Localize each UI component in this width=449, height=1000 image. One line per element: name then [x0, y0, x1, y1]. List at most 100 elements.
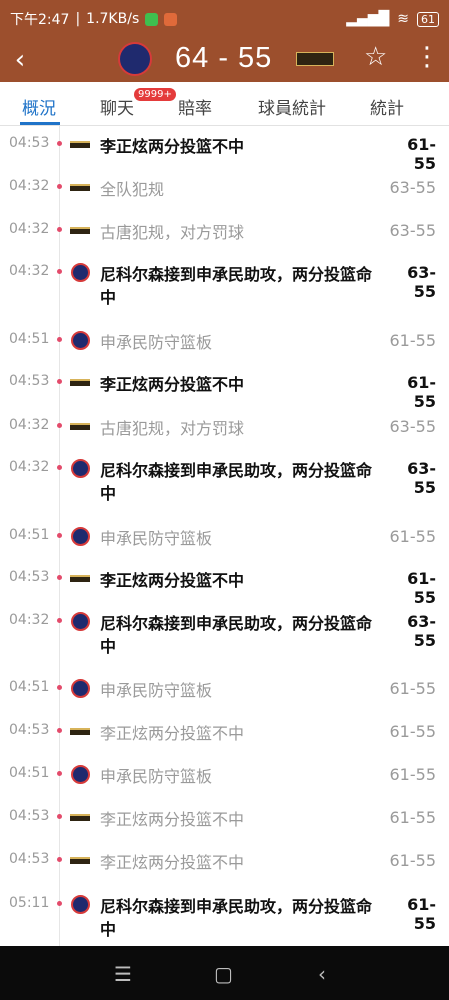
wifi-icon: ≋ [397, 11, 409, 27]
event-time: 04:32 [9, 263, 50, 279]
game-header: ‹ 64 - 55 ☆ ⋮ [0, 38, 449, 82]
timeline-dot [57, 269, 62, 274]
status-time: 下午2:47 [10, 12, 70, 28]
event-description: 古唐犯规，对方罚球 [100, 223, 245, 242]
event-description: 申承民防守篮板 [100, 681, 213, 700]
event-description: 李正炫两分投篮不中 [100, 375, 245, 394]
event-score: 63-55 [389, 417, 437, 436]
event-description: 李正炫两分投篮不中 [100, 853, 245, 872]
active-tab-indicator [20, 122, 60, 125]
timeline-dot [57, 814, 62, 819]
favorite-star-icon[interactable]: ☆ [364, 42, 387, 72]
event-description: 申承民防守篮板 [100, 333, 213, 352]
event-description: 李正炫两分投篮不中 [100, 137, 245, 156]
home-team-logo-icon [71, 612, 90, 631]
event-time: 04:32 [9, 221, 50, 237]
event-description: 尼科尔森接到申承民助攻，两分投篮命中 [100, 897, 373, 939]
tab-stats[interactable]: 統計 [370, 94, 404, 119]
chat-count-badge: 9999+ [134, 88, 176, 101]
event-score: 63-55 [407, 459, 436, 497]
tab-player-stats[interactable]: 球員統計 [258, 94, 326, 119]
battery-icon: 61 [417, 11, 439, 27]
event-time: 04:53 [9, 851, 50, 867]
event-description: 李正炫两分投篮不中 [100, 571, 245, 590]
event-time: 04:51 [9, 679, 50, 695]
away-team-logo-icon [70, 814, 90, 821]
timeline-dot [57, 685, 62, 690]
event-score: 61-55 [389, 722, 437, 741]
event-score: 61-55 [389, 808, 437, 827]
chevron-left-icon: ‹ [14, 45, 26, 75]
event-description: 李正炫两分投篮不中 [100, 724, 245, 743]
away-team-logo-icon [70, 423, 90, 430]
away-team-logo-icon [70, 227, 90, 234]
event-time: 04:51 [9, 331, 50, 347]
away-team-logo-icon [70, 141, 90, 148]
event-time: 04:32 [9, 417, 50, 433]
timeline-dot [57, 618, 62, 623]
tab-chat[interactable]: 聊天 [100, 94, 134, 119]
away-team-logo[interactable] [296, 52, 334, 66]
away-team-logo-icon [70, 575, 90, 582]
timeline-dot [57, 857, 62, 862]
event-score: 61-55 [407, 135, 436, 173]
event-description: 申承民防守篮板 [100, 529, 213, 548]
back-icon[interactable]: ‹ [318, 962, 326, 986]
event-time: 04:51 [9, 527, 50, 543]
away-team-logo-icon [70, 728, 90, 735]
home-team-logo-icon [71, 765, 90, 784]
event-score: 61-55 [407, 569, 436, 607]
tab-bar: 概況 聊天 賠率 球員統計 統計 [0, 82, 449, 126]
event-score: 61-55 [389, 765, 437, 784]
recent-apps-icon[interactable]: ☰ [114, 962, 132, 986]
event-description: 李正炫两分投篮不中 [100, 810, 245, 829]
home-team-logo-icon [71, 263, 90, 282]
timeline-dot [57, 728, 62, 733]
event-description: 尼科尔森接到申承民助攻，两分投篮命中 [100, 614, 373, 656]
event-time: 04:53 [9, 722, 50, 738]
home-team-logo-icon [71, 459, 90, 478]
event-score: 61-55 [407, 373, 436, 411]
home-team-logo-icon [71, 895, 90, 914]
event-description: 尼科尔森接到申承民助攻，两分投篮命中 [100, 461, 373, 503]
away-team-logo-icon [70, 184, 90, 191]
event-score: 61-55 [389, 679, 437, 698]
timeline-dot [57, 379, 62, 384]
timeline-dot [57, 227, 62, 232]
event-description: 全队犯规 [100, 180, 165, 199]
timeline-dot [57, 141, 62, 146]
timeline-dot [57, 771, 62, 776]
event-score: 61-55 [389, 851, 437, 870]
signal-bars-icon: ▂▄▆█ [346, 11, 390, 27]
event-score: 63-55 [407, 612, 436, 650]
event-score: 63-55 [389, 221, 437, 240]
away-team-logo-icon [70, 857, 90, 864]
home-team-logo[interactable] [118, 42, 152, 76]
timeline-dot [57, 533, 62, 538]
app-notification-icon [145, 12, 159, 26]
event-time: 04:53 [9, 569, 50, 585]
battery-level: 61 [421, 12, 435, 26]
home-team-logo-icon [71, 679, 90, 698]
timeline-dot [57, 901, 62, 906]
home-team-logo-icon [71, 527, 90, 546]
status-bar: 下午2:47 | 1.7KB/s ▂▄▆█ ≋ 61 [0, 0, 449, 38]
event-description: 尼科尔森接到申承民助攻，两分投篮命中 [100, 265, 373, 307]
play-by-play-feed[interactable]: 04:53 李正炫两分投篮不中 61-55 04:32 全队犯规 63-55 04:32 古唐… [0, 126, 449, 946]
tab-overview[interactable]: 概況 [22, 94, 56, 119]
event-time: 04:53 [9, 808, 50, 824]
back-button[interactable]: ‹ [0, 38, 40, 82]
app-notification-icon [164, 12, 178, 26]
event-time: 04:32 [9, 178, 50, 194]
home-team-logo-icon [71, 331, 90, 350]
divider: | [75, 11, 81, 27]
event-score: 63-55 [407, 263, 436, 301]
game-score: 64 - 55 [175, 42, 273, 74]
timeline-dot [57, 575, 62, 580]
tab-odds[interactable]: 賠率 [178, 94, 212, 119]
event-time: 04:32 [9, 612, 50, 628]
home-icon[interactable]: ▢ [214, 962, 233, 986]
event-score: 63-55 [389, 178, 437, 197]
more-menu-icon[interactable]: ⋮ [414, 42, 440, 72]
timeline-dot [57, 423, 62, 428]
